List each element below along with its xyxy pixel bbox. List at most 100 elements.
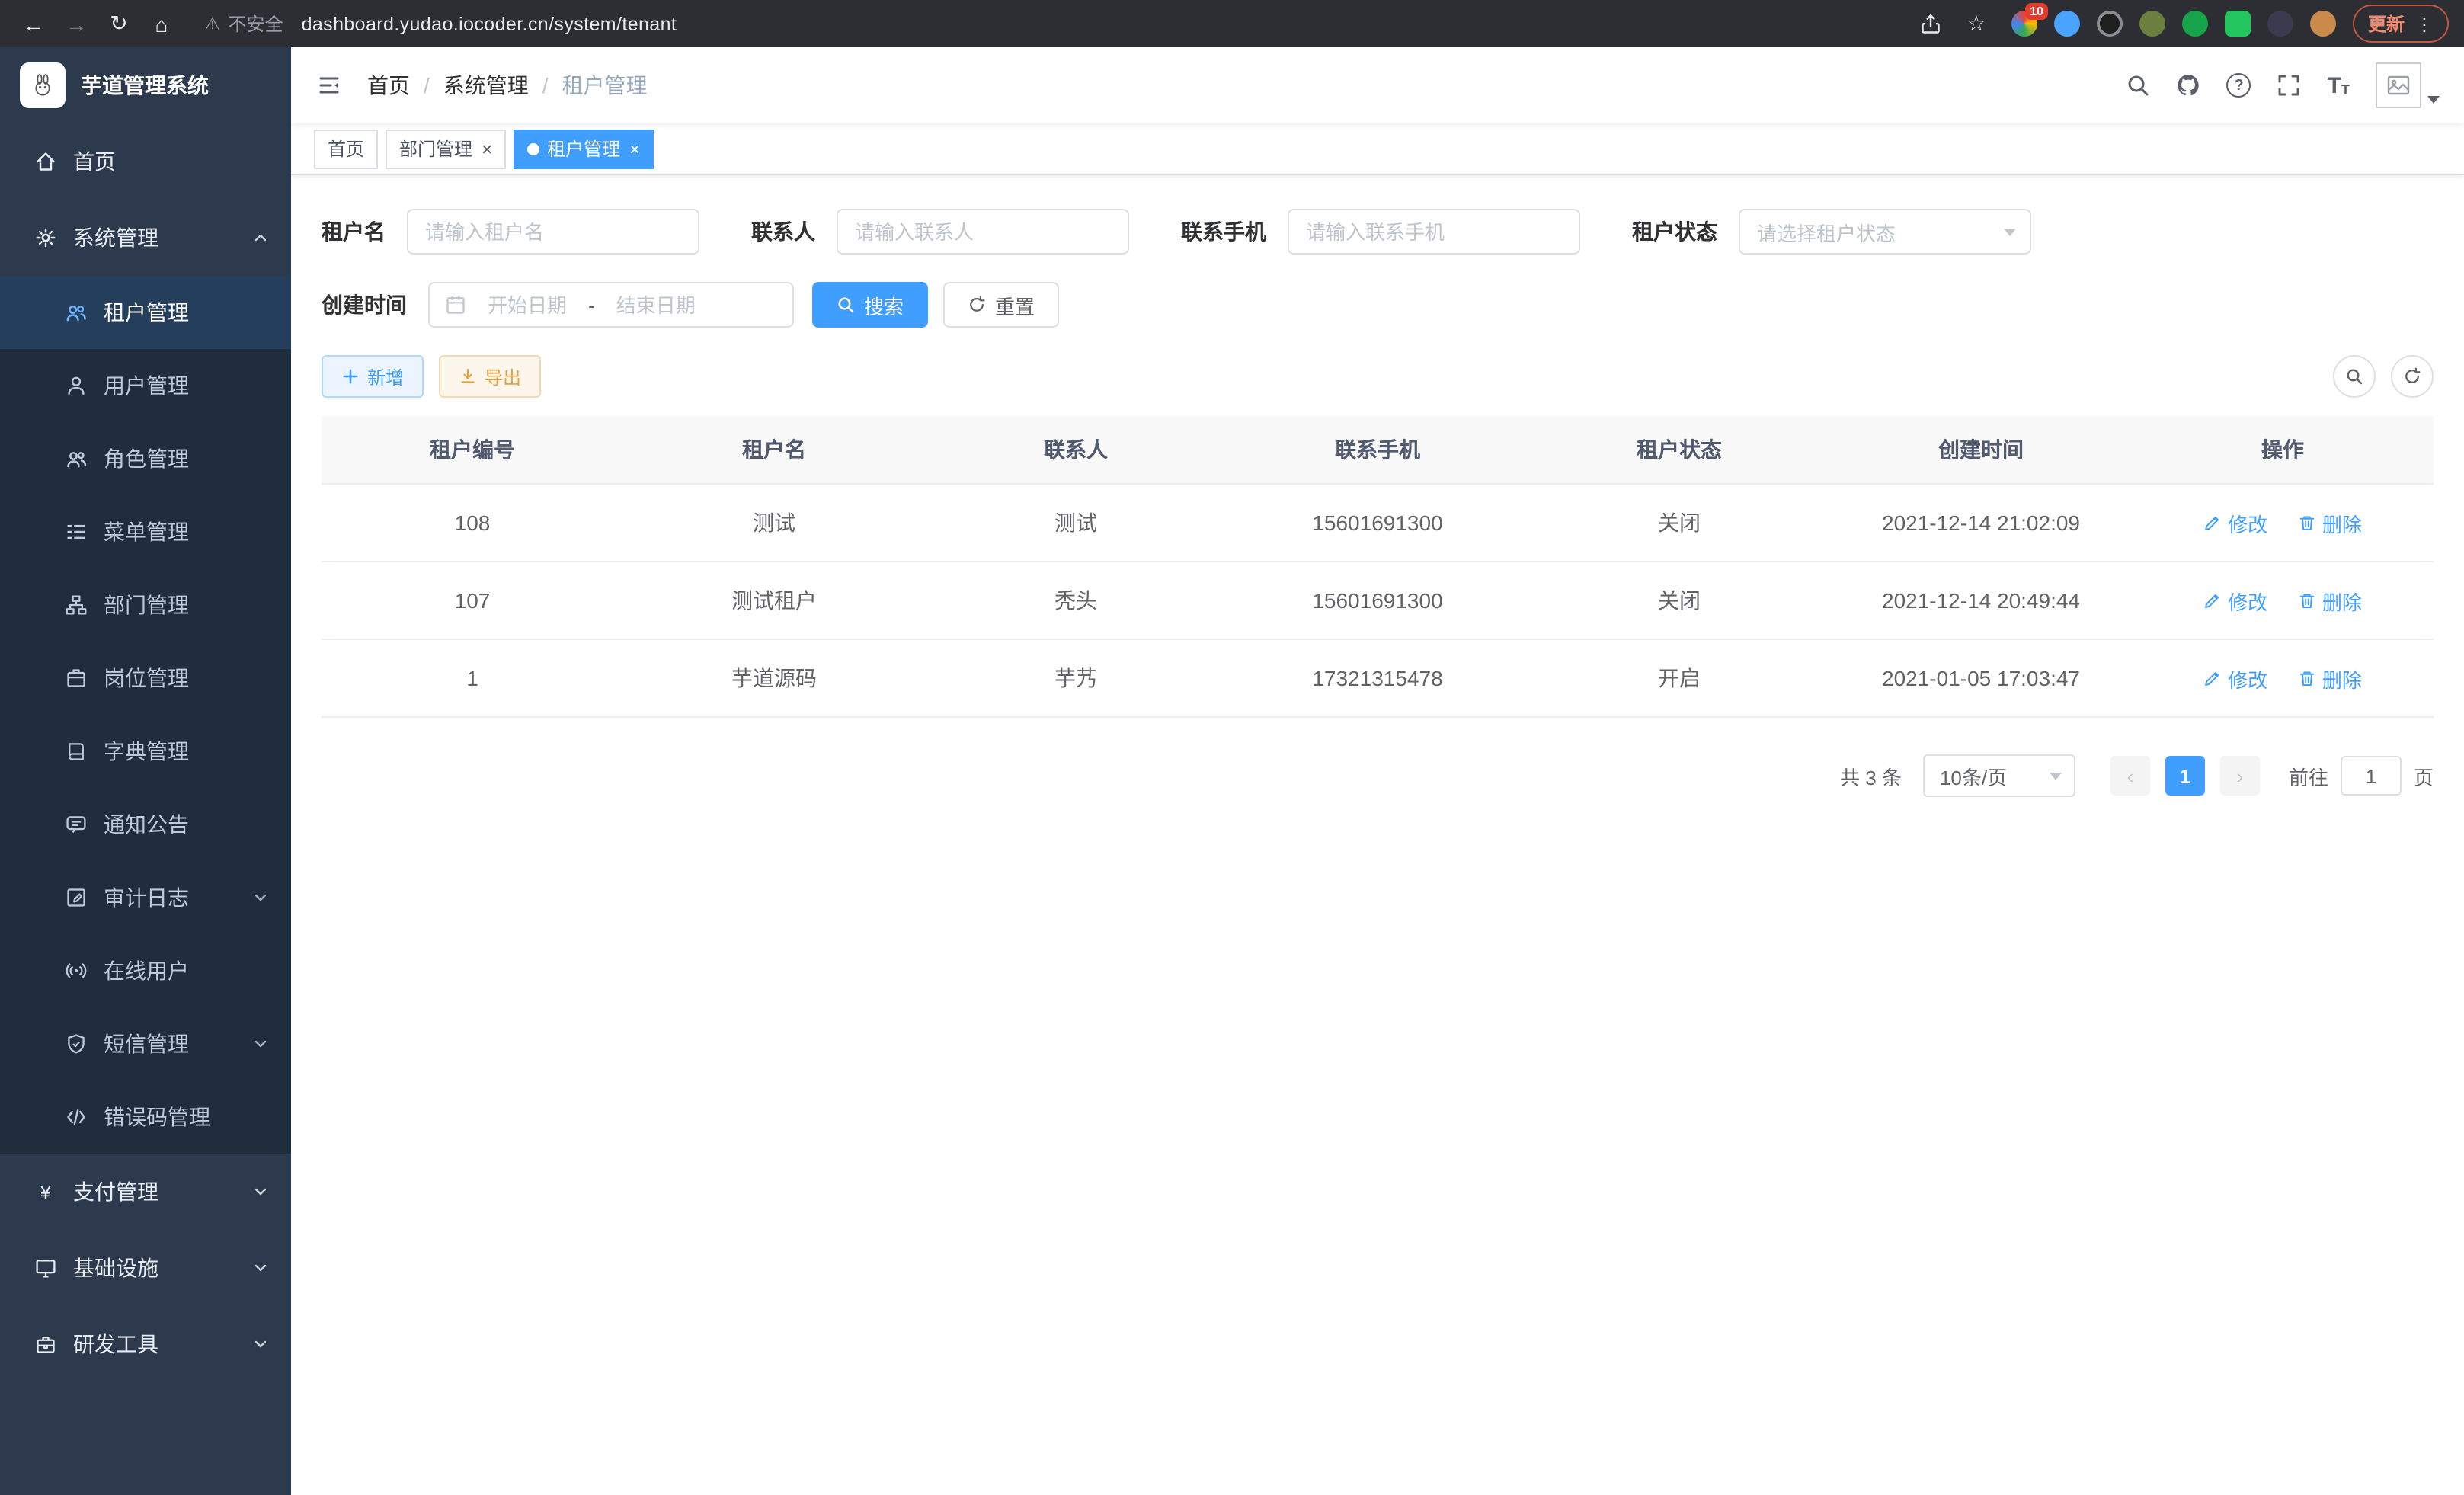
cell-created: 2021-12-14 21:02:09 [1830, 484, 2132, 562]
breadcrumb: 首页 / 系统管理 / 租户管理 [367, 70, 648, 101]
search-button[interactable]: 搜索 [812, 282, 928, 328]
forward-icon[interactable]: → [58, 5, 94, 42]
profile-avatar[interactable] [2310, 11, 2336, 37]
pencil-icon [2203, 669, 2222, 687]
sidebar-item-payment[interactable]: ¥ 支付管理 [0, 1154, 291, 1230]
prev-page-button[interactable]: ‹ [2110, 756, 2150, 796]
hamburger-icon[interactable] [291, 47, 367, 123]
sidebar-item-sms[interactable]: 短信管理 [0, 1007, 291, 1080]
share-icon[interactable] [1920, 13, 1941, 34]
edit-document-icon [64, 887, 88, 908]
date-start-input[interactable] [477, 293, 578, 316]
sidebar-item-audit-log[interactable]: 审计日志 [0, 861, 291, 934]
page-size-select[interactable]: 10条/页 [1923, 754, 2075, 797]
edit-link-label: 修改 [2228, 664, 2267, 693]
current-page-button[interactable]: 1 [2165, 756, 2205, 796]
active-tab-dot [527, 142, 539, 155]
edit-link[interactable]: 修改 [2203, 664, 2267, 693]
tab-home[interactable]: 首页 [314, 129, 378, 168]
extension-icon-4[interactable] [2139, 11, 2165, 37]
phone-input[interactable] [1288, 209, 1580, 255]
extension-icon-1[interactable]: 10 [2011, 11, 2037, 37]
fullscreen-icon[interactable] [2277, 73, 2302, 98]
breadcrumb-system[interactable]: 系统管理 [443, 70, 529, 101]
goto-page-input[interactable] [2341, 756, 2402, 796]
next-page-button[interactable]: › [2220, 756, 2260, 796]
sidebar-item-post[interactable]: 岗位管理 [0, 642, 291, 715]
cell-phone: 17321315478 [1227, 639, 1528, 717]
toggle-search-button[interactable] [2333, 355, 2376, 398]
tenant-name-input[interactable] [407, 209, 699, 255]
export-button[interactable]: 导出 [439, 355, 541, 398]
sidebar-item-menu[interactable]: 菜单管理 [0, 495, 291, 568]
bookmark-star-icon[interactable]: ☆ [1958, 5, 1995, 42]
delete-link[interactable]: 删除 [2298, 508, 2362, 537]
sidebar-item-home[interactable]: 首页 [0, 123, 291, 200]
extension-icon-2[interactable] [2054, 11, 2080, 37]
cell-tenant-name: 测试 [623, 484, 925, 562]
edit-link[interactable]: 修改 [2203, 586, 2267, 615]
sidebar-item-label: 支付管理 [73, 1176, 158, 1207]
sidebar-item-role[interactable]: 角色管理 [0, 422, 291, 495]
kebab-menu-icon[interactable]: ⋮ [2415, 13, 2434, 34]
user-avatar-menu[interactable] [2376, 62, 2440, 108]
sidebar-item-notice[interactable]: 通知公告 [0, 788, 291, 861]
sidebar-item-dict[interactable]: 字典管理 [0, 715, 291, 788]
page-content: 租户名 联系人 联系手机 租户状态 请选择租户状态 [291, 175, 2464, 1495]
help-icon[interactable]: ? [2227, 73, 2251, 98]
app-logo[interactable]: 芋道管理系统 [0, 47, 291, 123]
search-icon[interactable] [2126, 73, 2151, 98]
extension-icon-3[interactable] [2097, 11, 2123, 37]
calendar-icon [445, 294, 466, 315]
sidebar-item-error-code[interactable]: 错误码管理 [0, 1080, 291, 1154]
sidebar-item-label: 首页 [73, 146, 116, 177]
sidebar-item-tenant[interactable]: 租户管理 [0, 276, 291, 349]
signal-waves-icon [64, 960, 88, 981]
sidebar-item-infra[interactable]: 基础设施 [0, 1230, 291, 1306]
sidebar-item-online-users[interactable]: 在线用户 [0, 934, 291, 1007]
page-unit-label: 页 [2414, 761, 2434, 790]
add-button[interactable]: 新增 [322, 355, 424, 398]
back-icon[interactable]: ← [15, 5, 52, 42]
reset-button[interactable]: 重置 [943, 282, 1059, 328]
cell-status: 关闭 [1528, 484, 1830, 562]
sidebar-item-dev-tools[interactable]: 研发工具 [0, 1306, 291, 1382]
font-size-icon[interactable]: TT [2328, 74, 2350, 97]
col-contact: 联系人 [925, 416, 1227, 484]
breadcrumb-home[interactable]: 首页 [367, 70, 410, 101]
contact-input[interactable] [837, 209, 1129, 255]
tab-tenant[interactable]: 租户管理 × [514, 129, 654, 168]
edit-link[interactable]: 修改 [2203, 508, 2267, 537]
avatar-broken-image-icon [2376, 62, 2421, 108]
cell-actions: 修改 删除 [2132, 562, 2434, 639]
date-end-input[interactable] [606, 293, 706, 316]
sidebar-item-system[interactable]: 系统管理 [0, 200, 291, 276]
tab-dept[interactable]: 部门管理 × [386, 129, 506, 168]
extension-icon-6[interactable] [2225, 11, 2251, 37]
sidebar: 芋道管理系统 首页 系统管理 [0, 47, 291, 1495]
puzzle-extensions-icon[interactable] [2267, 11, 2293, 37]
refresh-table-button[interactable] [2391, 355, 2434, 398]
date-range-picker[interactable]: - [428, 282, 794, 328]
github-icon[interactable] [2177, 73, 2201, 98]
security-label: 不安全 [229, 11, 283, 37]
sidebar-item-label: 部门管理 [104, 590, 189, 620]
extension-icon-5[interactable] [2182, 11, 2208, 37]
security-indicator[interactable]: ⚠ 不安全 [204, 11, 283, 37]
breadcrumb-separator: / [424, 73, 430, 98]
delete-link[interactable]: 删除 [2298, 586, 2362, 615]
caret-down-icon [2427, 96, 2440, 104]
address-bar[interactable]: dashboard.yudao.iocoder.cn/system/tenant [302, 13, 677, 34]
delete-link-label: 删除 [2322, 664, 2362, 693]
sidebar-item-user[interactable]: 用户管理 [0, 349, 291, 422]
status-select[interactable]: 请选择租户状态 [1739, 209, 2031, 255]
sidebar-item-dept[interactable]: 部门管理 [0, 568, 291, 642]
cell-actions: 修改 删除 [2132, 639, 2434, 717]
cell-status: 开启 [1528, 639, 1830, 717]
delete-link[interactable]: 删除 [2298, 664, 2362, 693]
reload-icon[interactable]: ↻ [101, 5, 137, 42]
browser-update-button[interactable]: 更新 ⋮ [2353, 5, 2449, 43]
close-icon[interactable]: × [629, 139, 640, 158]
close-icon[interactable]: × [482, 139, 492, 158]
browser-home-icon[interactable]: ⌂ [143, 5, 180, 42]
